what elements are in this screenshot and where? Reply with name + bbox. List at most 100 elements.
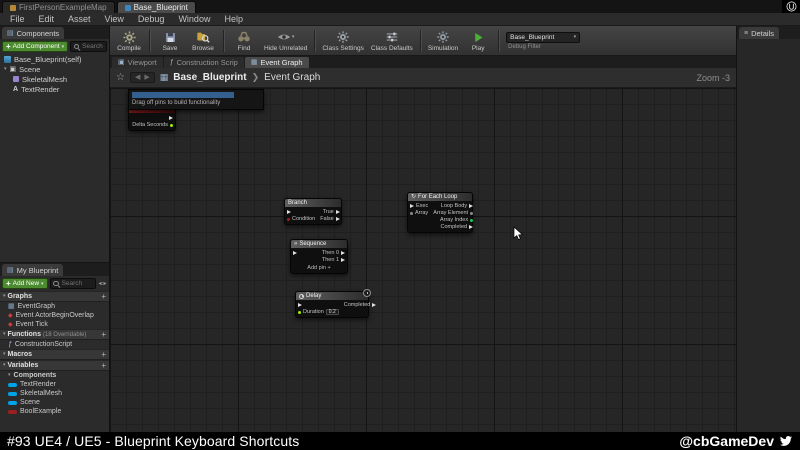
my-blueprint-search-input[interactable] [61,280,93,287]
expand-caret-icon[interactable]: ▾ [3,332,6,337]
add-pin-button[interactable]: Add pin + [291,265,347,273]
pin-true[interactable]: True [323,209,340,215]
float-pin-icon[interactable] [170,123,173,127]
exec-pin-icon[interactable] [335,217,340,221]
node-delay[interactable]: Delay Duration 0.2 Completed [295,289,377,318]
tab-my-blueprint[interactable]: ▤ My Blueprint [2,264,64,276]
exec-pin-icon[interactable] [410,204,414,208]
compile-button[interactable]: Compile [116,30,142,52]
node-branch[interactable]: Branch Condition True False [284,198,342,225]
simulation-button[interactable]: Simulation [428,30,458,52]
component-row-skeletalmesh[interactable]: SkeletalMesh [0,74,109,84]
debug-object-dropdown[interactable]: Base_Blueprint ▾ [506,31,581,43]
variable-row-boolexample[interactable]: BoolExample [0,407,109,416]
chevron-down-icon[interactable]: ▾ [292,34,295,40]
filter-eye-icon[interactable] [98,280,107,287]
macros-section-header[interactable]: ▾ Macros + [0,349,109,360]
function-row-constructionscript[interactable]: ƒ ConstructionScript [0,340,109,349]
pin-array-index[interactable]: Array Index [440,217,474,223]
node-sequence[interactable]: » Sequence Then 0 Then 1 Add pin + [290,239,348,274]
exec-pin-icon[interactable] [335,210,340,214]
pin-false[interactable]: False [320,216,340,222]
pin-exec-in[interactable] [293,250,297,256]
browse-button[interactable]: Browse [190,30,216,52]
menu-help[interactable]: Help [217,13,250,25]
asset-tab-firstpersonexamplemap[interactable]: FirstPersonExampleMap [2,1,115,13]
expand-caret-icon[interactable]: ▾ [8,373,11,378]
exec-pin-icon[interactable] [469,225,474,229]
pin-delta-seconds[interactable]: Delta Seconds [132,122,173,128]
add-macro-icon[interactable]: + [101,350,106,359]
pin-completed[interactable]: Completed [440,224,474,230]
node-for-each-loop[interactable]: ↻ For Each Loop Exec Array Loop Body Arr… [407,192,474,233]
add-component-button[interactable]: + Add Component ▾ [2,41,69,52]
pin-array-element[interactable]: Array Element [433,210,474,216]
float-pin-icon[interactable] [298,310,301,314]
pin-then-1[interactable]: Then 1 [322,257,345,263]
pin-duration[interactable]: Duration 0.2 [298,309,339,315]
event-graph-canvas[interactable]: Drag off pins to build functionality Eve… [110,88,736,432]
exec-pin-icon[interactable] [298,303,302,307]
functions-section-header[interactable]: ▾ Functions (18 Overridable) + [0,329,109,340]
expand-caret-icon[interactable]: ▾ [3,294,6,299]
variables-category-components[interactable]: ▾ Components [0,371,109,380]
event-row-tick[interactable]: ◆ Event Tick [0,320,109,329]
back-arrow-icon[interactable]: ◀ [135,74,140,81]
forward-arrow-icon[interactable]: ▶ [144,74,149,81]
node-sequence-header[interactable]: » Sequence [291,240,347,248]
expand-caret-icon[interactable]: ▾ [3,352,6,357]
graph-row-eventgraph[interactable]: ▦ EventGraph [0,302,109,311]
bool-pin-icon[interactable] [287,217,290,221]
asset-tab-base-blueprint[interactable]: Base_Blueprint [116,1,196,13]
menu-file[interactable]: File [3,13,32,25]
class-settings-button[interactable]: Class Settings [322,30,364,52]
component-row-textrender[interactable]: A TextRender [0,84,109,94]
pin-exec-out[interactable] [169,115,173,121]
hide-unrelated-button[interactable]: ▾ Hide Unrelated [264,30,307,52]
expand-caret-icon[interactable]: ▾ [4,66,7,72]
exec-pin-icon[interactable] [469,204,474,208]
favorite-star-icon[interactable]: ☆ [116,72,125,83]
node-for-each-loop-header[interactable]: ↻ For Each Loop [408,193,472,201]
pin-completed[interactable]: Completed [344,302,377,308]
exec-pin-icon[interactable] [293,251,297,255]
tab-construction-script[interactable]: ƒ Construction Scrip [163,57,244,68]
add-new-button[interactable]: + Add New ▾ [2,278,48,289]
add-function-icon[interactable]: + [101,330,106,339]
pin-exec-in[interactable] [287,209,315,215]
tab-details[interactable]: ≡ Details [739,27,780,39]
variable-row-scene[interactable]: Scene [0,398,109,407]
breadcrumb-root[interactable]: Base_Blueprint [173,72,246,83]
wildcard-pin-icon[interactable] [470,211,474,215]
tab-event-graph[interactable]: ▦ Event Graph [244,57,309,68]
breadcrumb-current[interactable]: Event Graph [264,72,320,83]
variable-row-skeletalmesh[interactable]: SkeletalMesh [0,389,109,398]
add-graph-icon[interactable]: + [101,292,106,301]
menu-window[interactable]: Window [171,13,217,25]
pin-array[interactable]: Array [410,210,428,216]
exec-pin-icon[interactable] [287,210,291,214]
exec-pin-icon[interactable] [341,251,345,255]
unreal-engine-logo[interactable] [782,0,800,13]
menu-debug[interactable]: Debug [131,13,172,25]
exec-pin-icon[interactable] [372,303,377,307]
components-search-input[interactable] [82,43,104,50]
pin-then-0[interactable]: Then 0 [322,250,345,256]
save-button[interactable]: Save [157,30,183,52]
duration-value-input[interactable]: 0.2 [325,309,339,315]
tab-viewport[interactable]: ▣ Viewport [112,57,163,68]
class-defaults-button[interactable]: Class Defaults [371,30,413,52]
array-pin-icon[interactable] [410,211,413,215]
menu-view[interactable]: View [98,13,131,25]
component-row-self[interactable]: Base_Blueprint(self) [0,54,109,64]
pin-exec-in[interactable] [298,302,339,308]
tab-components[interactable]: ▤ Components [2,27,65,39]
variable-row-textrender[interactable]: TextRender [0,380,109,389]
menu-asset[interactable]: Asset [61,13,98,25]
pin-exec-in[interactable]: Exec [410,203,428,209]
component-row-scene[interactable]: ▾ ▣ Scene [0,64,109,74]
expand-caret-icon[interactable]: ▾ [3,363,6,368]
find-button[interactable]: Find [231,30,257,52]
pin-condition[interactable]: Condition [287,216,315,222]
exec-pin-icon[interactable] [341,258,345,262]
